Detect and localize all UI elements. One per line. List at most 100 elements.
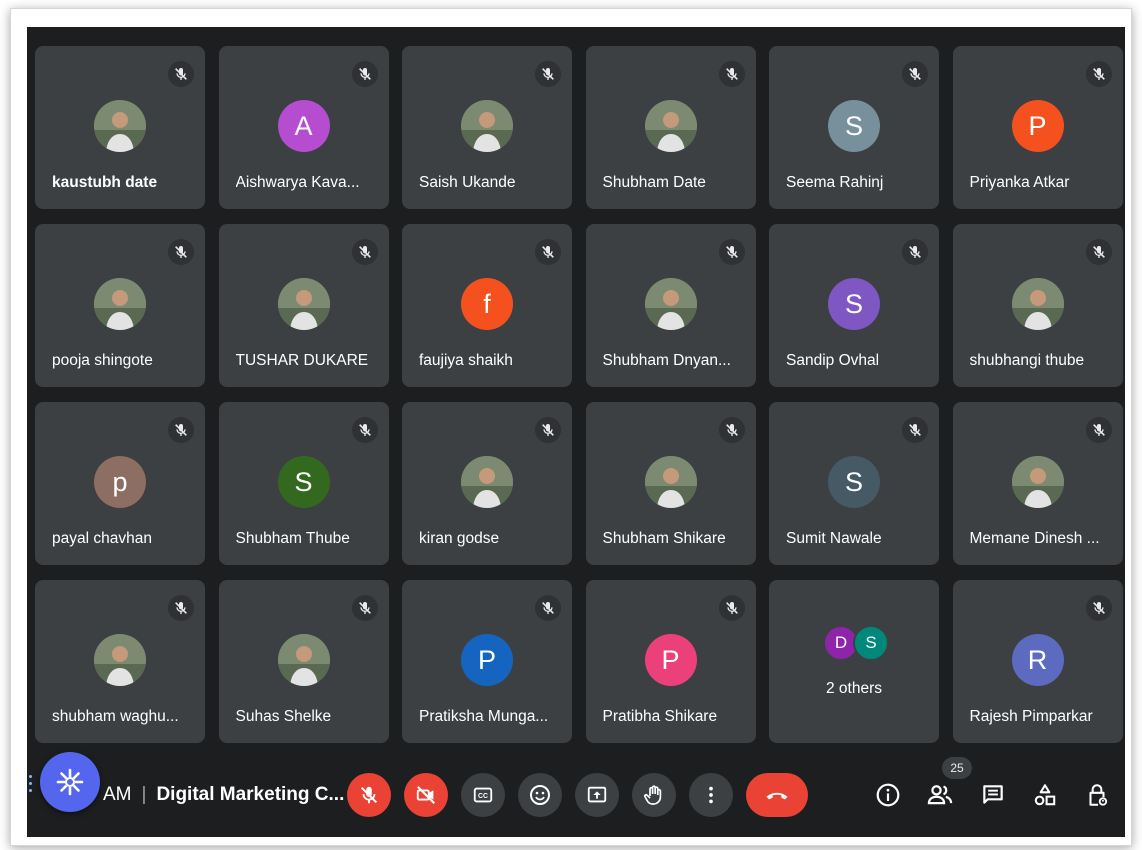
participant-tile-shubham-shikare[interactable]: Shubham Shikare [585, 402, 756, 565]
present-screen-button[interactable] [575, 773, 619, 817]
muted-mic-indicator [351, 61, 378, 87]
participant-tile-payal-chavhan[interactable]: p payal chavhan [35, 402, 205, 565]
avatar: P [461, 634, 513, 686]
meeting-info: AM | Digital Marketing C... [103, 784, 344, 806]
muted-mic-indicator [902, 239, 928, 265]
participant-name: kiran godse [419, 530, 500, 547]
participant-tile-priyanka-atkar[interactable]: P Priyanka Atkar [952, 46, 1123, 209]
participant-name: pooja shingote [52, 352, 153, 369]
profile-photo [644, 456, 697, 508]
participant-grid: kaustubh date A Aishwarya Kava... Saish Uka… [35, 46, 1123, 743]
others-avatar-stack: DS [823, 625, 893, 665]
participant-tile-saish-ukande[interactable]: Saish Ukande [402, 46, 572, 209]
participant-name: Shubham Dnyan... [602, 352, 731, 369]
profile-photo [277, 634, 330, 686]
participant-tile-kaustubh-date[interactable]: kaustubh date [35, 46, 205, 209]
avatar [461, 100, 513, 152]
mic-off-icon [358, 68, 371, 80]
participant-tile-shubham-date[interactable]: Shubham Date [585, 46, 756, 209]
participant-tile-aishwarya-kava[interactable]: A Aishwarya Kava... [218, 46, 389, 209]
participant-tile-pratibha-shikare[interactable]: P Pratibha Shikare [585, 580, 756, 743]
muted-mic-indicator [168, 239, 194, 265]
others-label: 2 others [825, 680, 882, 697]
profile-photo [1011, 278, 1064, 330]
participant-tile-tushar-dukare[interactable]: TUSHAR DUKARE [218, 224, 389, 387]
host-controls-button[interactable] [1079, 777, 1115, 813]
call-end-icon [766, 792, 788, 800]
avatar: S [828, 278, 880, 330]
participant-name: shubhangi thube [969, 352, 1085, 369]
meeting-time: AM [103, 784, 132, 805]
participant-tile-suhas-shelke[interactable]: Suhas Shelke [218, 580, 389, 743]
muted-mic-indicator [1085, 417, 1112, 443]
participant-tile-2-others[interactable]: DS 2 others [769, 580, 939, 743]
present-icon [587, 786, 607, 803]
participant-name: payal chavhan [52, 530, 152, 547]
muted-mic-indicator [535, 595, 561, 621]
captions-icon: CC [473, 787, 493, 803]
mic-off-icon [542, 602, 554, 614]
profile-photo [461, 100, 513, 152]
raise-hand-button[interactable] [632, 773, 676, 817]
more-vert-icon [709, 786, 713, 804]
participant-tile-faujiya-shaikh[interactable]: f faujiya shaikh [402, 224, 572, 387]
avatar: S [277, 456, 330, 508]
profile-photo [644, 278, 697, 330]
mic-off-icon [175, 246, 187, 258]
participant-name: Shubham Thube [235, 530, 350, 547]
mic-toggle-button[interactable] [347, 773, 391, 817]
participant-tile-sumit-nawale[interactable]: S Sumit Nawale [769, 402, 939, 565]
participant-tile-sandip-ovhal[interactable]: S Sandip Ovhal [769, 224, 939, 387]
mic-off-icon [909, 246, 921, 258]
chat-button[interactable] [975, 777, 1011, 813]
avatar: S [828, 456, 880, 508]
participant-name: shubham waghu... [52, 708, 179, 725]
participant-name: Saish Ukande [419, 174, 516, 191]
activity-launcher-button[interactable] [40, 752, 100, 812]
profile-photo [1011, 456, 1064, 508]
participant-name: Shubham Date [602, 174, 706, 191]
avatar [94, 634, 146, 686]
muted-mic-indicator [1085, 61, 1112, 87]
participant-tile-memane-dinesh[interactable]: Memane Dinesh ... [952, 402, 1123, 565]
chat-icon [983, 785, 1003, 804]
captions-button[interactable]: CC [461, 773, 505, 817]
participant-tile-kiran-godse[interactable]: kiran godse [402, 402, 572, 565]
participant-tile-rajesh-pimparkar[interactable]: R Rajesh Pimparkar [952, 580, 1123, 743]
mic-off-icon [542, 424, 554, 436]
participant-tile-pooja-shingote[interactable]: pooja shingote [35, 224, 205, 387]
muted-mic-indicator [168, 417, 194, 443]
participant-tile-shubham-dnyan[interactable]: Shubham Dnyan... [585, 224, 756, 387]
emoji-reaction-button[interactable] [518, 773, 562, 817]
participant-tile-shubhangi-thube[interactable]: shubhangi thube [952, 224, 1123, 387]
participant-name: Priyanka Atkar [969, 174, 1070, 191]
participant-tile-shubham-thube[interactable]: S Shubham Thube [218, 402, 389, 565]
muted-mic-indicator [718, 417, 745, 443]
more-options-button[interactable] [689, 773, 733, 817]
people-button[interactable] [922, 777, 958, 813]
participant-tile-seema-rahinj[interactable]: S Seema Rahinj [769, 46, 939, 209]
avatar [94, 278, 146, 330]
participant-name: Seema Rahinj [786, 174, 884, 191]
participant-tile-shubham-waghu[interactable]: shubham waghu... [35, 580, 205, 743]
raise-hand-icon [644, 785, 662, 805]
mic-off-icon [725, 424, 738, 436]
muted-mic-indicator [535, 417, 561, 443]
leave-call-button[interactable] [746, 773, 808, 817]
profile-photo [461, 456, 513, 508]
participant-count-badge: 25 [942, 757, 972, 779]
activities-button[interactable] [1027, 777, 1063, 813]
avatar [644, 100, 697, 152]
camera-toggle-button[interactable] [404, 773, 448, 817]
profile-photo [94, 100, 146, 152]
meeting-title: Digital Marketing C... [156, 784, 345, 805]
meeting-details-button[interactable] [870, 777, 906, 813]
participant-name: Sandip Ovhal [786, 352, 880, 369]
separator: | [141, 784, 147, 805]
participant-tile-pratiksha-munga[interactable]: P Pratiksha Munga... [402, 580, 572, 743]
drag-handle-icon[interactable] [29, 775, 33, 796]
avatar: p [94, 456, 146, 508]
mic-off-icon [909, 68, 921, 80]
mic-off-icon [358, 424, 371, 436]
mic-off-icon [725, 602, 738, 614]
